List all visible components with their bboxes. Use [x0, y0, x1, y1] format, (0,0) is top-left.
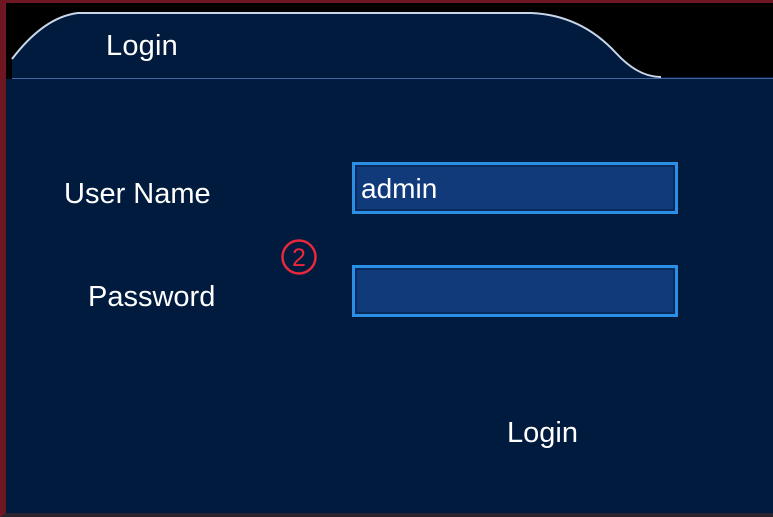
- step-2-marker-label: 2: [292, 244, 306, 272]
- step-2-marker: 2: [281, 239, 317, 275]
- username-label: User Name: [64, 178, 211, 210]
- password-input[interactable]: [352, 265, 678, 317]
- username-input[interactable]: [352, 162, 678, 214]
- password-label: Password: [88, 281, 216, 313]
- login-tab-title: Login: [106, 30, 178, 62]
- login-button[interactable]: Login: [490, 408, 610, 458]
